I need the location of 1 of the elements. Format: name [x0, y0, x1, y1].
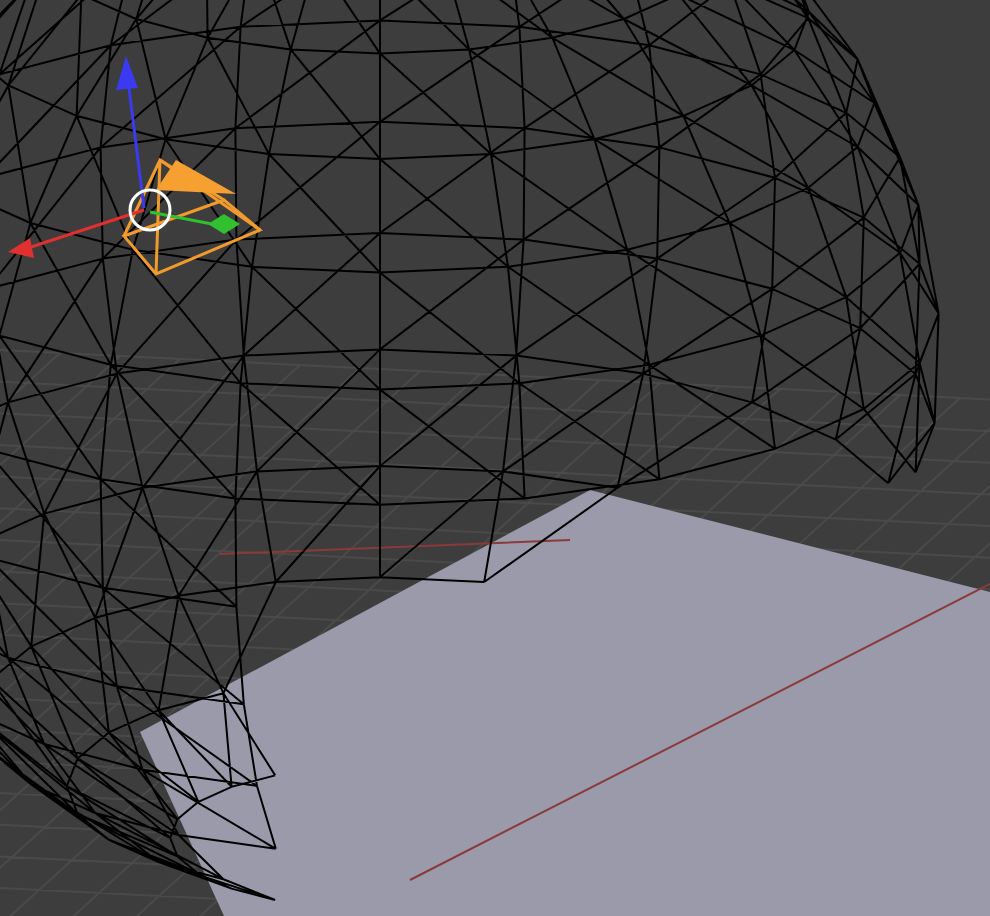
camera-drawing: [121, 157, 263, 276]
